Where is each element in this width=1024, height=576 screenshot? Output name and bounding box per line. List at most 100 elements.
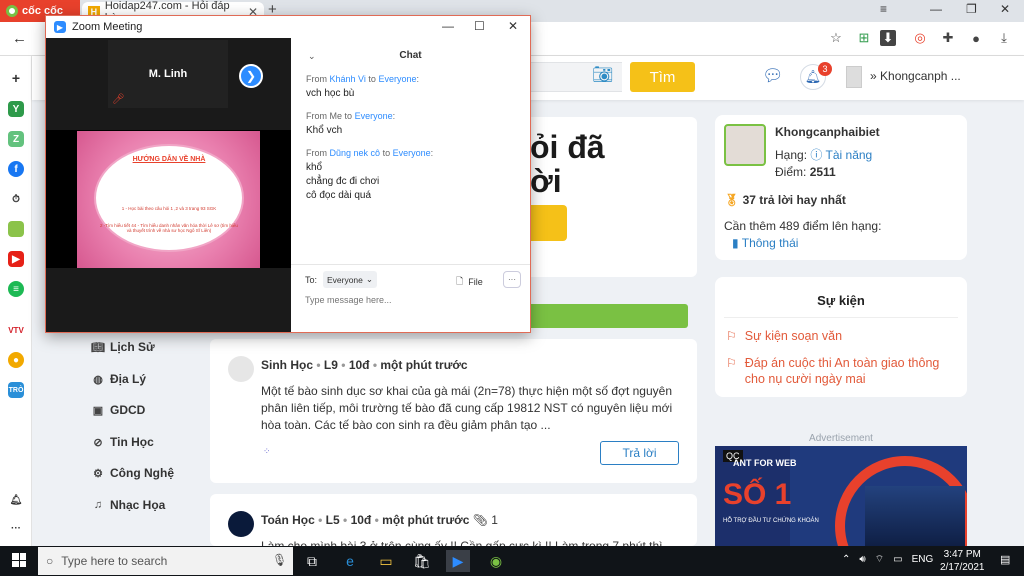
zoom-maximize-icon[interactable]: ☐ <box>474 19 485 33</box>
sidebar-bell-icon[interactable]: 🔔︎ <box>8 492 24 508</box>
taskbar-clock[interactable]: 3:47 PM 2/17/2021 <box>940 548 985 574</box>
minimize-icon[interactable]: — <box>930 2 942 16</box>
question-subject[interactable]: Toán Học <box>261 513 315 527</box>
sidebar-more-icon[interactable]: ··· <box>8 520 24 536</box>
zoom-window-title: Zoom Meeting <box>72 21 143 33</box>
asker-avatar[interactable] <box>228 511 254 537</box>
medal-icon: 🏅︎ <box>724 193 740 207</box>
youtube-icon[interactable]: ▶ <box>8 251 24 267</box>
subject-dia-ly[interactable]: ◍ Địa Lý <box>92 372 146 386</box>
from-word: From <box>306 111 327 121</box>
task-view-icon[interactable]: ⧉ <box>300 550 324 572</box>
store-icon[interactable]: 🛍︎ <box>410 550 434 572</box>
subject-tin-hoc[interactable]: ⊘ Tin Học <box>92 435 153 449</box>
camera-search-icon[interactable]: 📷︎ <box>592 65 614 85</box>
profile-points: Điểm: 2511 <box>775 165 836 179</box>
reply-button[interactable]: Trả lời <box>600 441 679 465</box>
battery-icon[interactable]: ▭ <box>893 554 902 565</box>
recipient-select[interactable]: Everyone ⌄ <box>323 271 377 288</box>
rank-value[interactable]: Tài năng <box>826 148 873 162</box>
message-sender[interactable]: Khánh Vi <box>330 74 366 84</box>
bookmark-star-icon[interactable]: ☆ <box>828 30 844 46</box>
to-label: To: <box>305 275 318 285</box>
chat-message-input[interactable] <box>305 295 515 305</box>
next-rank-label: Thông thái <box>741 236 799 250</box>
question-meta: Toán Học • L5 • 10đ • một phút trước 📎︎ … <box>261 513 498 527</box>
download-box-icon[interactable]: ⬇ <box>880 30 896 46</box>
hero-heading: ỏi đã ời <box>530 130 605 198</box>
window-close-icon[interactable]: ✕ <box>1000 2 1010 16</box>
subject-label: Lịch Sử <box>110 340 155 354</box>
sidebar-app-green-icon[interactable] <box>8 221 24 237</box>
event-item[interactable]: ⚐ Đáp án cuộc thi An toàn giao thông cho… <box>726 355 956 387</box>
sidebar-app-z-icon[interactable]: Z <box>8 131 24 147</box>
more-options-button[interactable]: ··· <box>503 271 521 288</box>
next-rank[interactable]: ▮ Thông thái <box>732 236 798 250</box>
windows-start-icon[interactable] <box>12 553 26 567</box>
zoom-close-icon[interactable]: ✕ <box>508 19 518 33</box>
chat-message-text: chẳng đc đi chơi <box>306 176 380 187</box>
downloads-icon[interactable]: ⤓ <box>996 30 1012 46</box>
subject-gdcd[interactable]: ▣ GDCD <box>92 403 146 417</box>
messages-icon[interactable]: 💬︎ <box>762 66 784 86</box>
extension-circle-icon[interactable]: ◎ <box>912 30 928 46</box>
question-body[interactable]: Làm cho mình bài 3 ở trên cùng ấy !! Cần… <box>261 538 681 546</box>
question-body[interactable]: Một tế bào sinh dục sơ khai của gà mái (… <box>261 383 681 434</box>
zoom-taskbar-icon[interactable]: ▶ <box>446 550 470 572</box>
zoom-window[interactable]: ▶ Zoom Meeting — ☐ ✕ M. Linh 🎤︎ ❯ HƯỚNG … <box>45 15 531 333</box>
advertisement-banner[interactable]: QC ANT FOR WEB SỐ 1 HỖ TRỢ ĐẦU TƯ CHỨNG … <box>715 446 967 546</box>
profile-name[interactable]: Khongcanphaibiet <box>775 125 880 139</box>
tray-chevron-icon[interactable]: ⌃ <box>842 554 850 565</box>
question-time: một phút trước <box>380 358 468 372</box>
spotify-icon[interactable]: ≡ <box>8 281 24 297</box>
subject-cong-nghe[interactable]: ⚙ Công Nghệ <box>92 466 174 480</box>
back-arrow-icon[interactable]: ← <box>12 30 27 47</box>
translate-icon[interactable]: ⊞ <box>856 30 872 46</box>
filter-bar[interactable] <box>530 304 688 328</box>
file-button[interactable]: 🗋︎ File <box>456 274 483 290</box>
notification-center-icon[interactable]: ▤ <box>1000 553 1010 566</box>
zoom-titlebar[interactable]: ▶ Zoom Meeting <box>46 16 530 38</box>
sidebar-news-icon[interactable]: TRÒ <box>8 382 24 398</box>
volume-icon[interactable]: 🔊︎ <box>859 554 865 565</box>
edge-icon[interactable]: e <box>338 550 362 572</box>
add-app-icon[interactable]: + <box>8 70 24 86</box>
microphone-icon[interactable]: 🎙︎ <box>272 553 287 567</box>
facebook-icon[interactable]: f <box>8 161 24 177</box>
question-subject[interactable]: Sinh Học <box>261 358 313 372</box>
taskbar-search-box[interactable]: ○ Type here to search <box>38 547 293 575</box>
subject-lich-su[interactable]: 📖︎ Lịch Sử <box>91 340 155 354</box>
profile-avatar[interactable] <box>724 124 766 166</box>
timer-icon[interactable]: ⏱ <box>8 191 24 207</box>
restore-icon[interactable]: ❐ <box>966 2 977 16</box>
network-icon[interactable]: ⌔ <box>875 553 884 566</box>
header-username[interactable]: » Khongcanph ... <box>870 69 961 83</box>
advertisement-label: Advertisement <box>809 433 873 444</box>
profile-rank: Hạng: ⓘ Tài năng <box>775 146 872 163</box>
music-note-icon: ♫ <box>93 499 103 511</box>
subject-nhac-hoa[interactable]: ♫ Nhạc Họa <box>92 498 165 512</box>
vtv-icon[interactable]: VTV <box>8 322 24 338</box>
sidebar-app-y-icon[interactable]: Y <box>8 101 24 117</box>
hero-heading-line2: ời <box>530 163 562 199</box>
sidebar-game-icon[interactable]: ● <box>8 352 24 368</box>
hero-heading-line1: ỏi đã <box>530 129 605 165</box>
event-item[interactable]: ⚐ Sự kiện soạn văn <box>726 329 842 343</box>
next-page-arrow-icon[interactable]: ❯ <box>239 64 263 88</box>
header-avatar[interactable] <box>846 66 862 88</box>
search-button[interactable]: Tìm <box>630 62 695 92</box>
message-sender[interactable]: Dũng nek cô <box>330 148 381 158</box>
profile-icon[interactable]: ● <box>968 30 984 46</box>
menu-icon[interactable]: ≡ <box>880 2 887 16</box>
zoom-minimize-icon[interactable]: — <box>442 19 454 33</box>
chat-message-text: vch học bù <box>306 88 355 99</box>
extensions-puzzle-icon[interactable]: ✚ <box>940 30 956 46</box>
file-explorer-icon[interactable]: ▭ <box>374 550 398 572</box>
message-recipient: Everyone <box>378 74 417 84</box>
participant-name: M. Linh <box>148 68 188 80</box>
zoom-logo-icon: ▶ <box>54 21 66 33</box>
coccoc-taskbar-icon[interactable]: ◉ <box>484 550 508 572</box>
clock-time: 3:47 PM <box>943 549 981 560</box>
language-indicator[interactable]: ENG <box>912 554 934 565</box>
asker-avatar[interactable] <box>228 356 254 382</box>
